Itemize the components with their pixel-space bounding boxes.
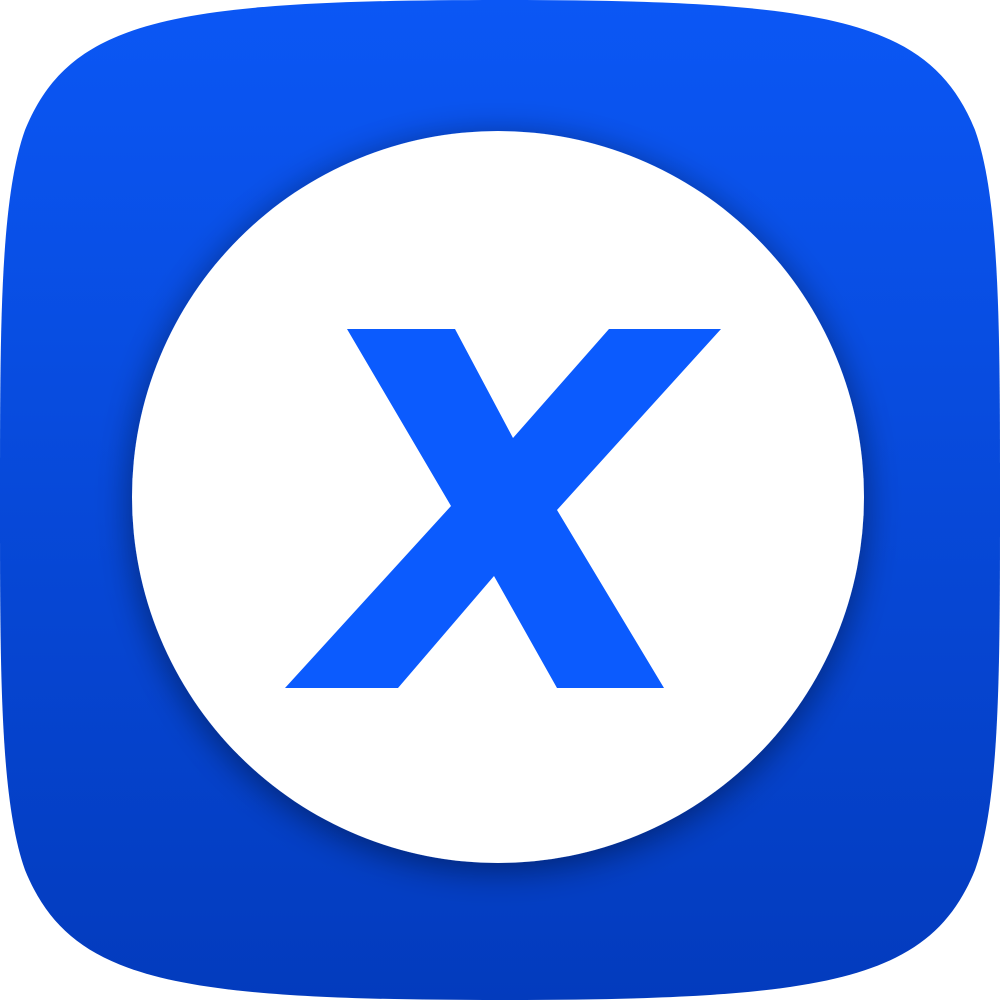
app-icon[interactable] xyxy=(0,0,1000,1000)
app-icon-canvas xyxy=(0,0,1000,1000)
